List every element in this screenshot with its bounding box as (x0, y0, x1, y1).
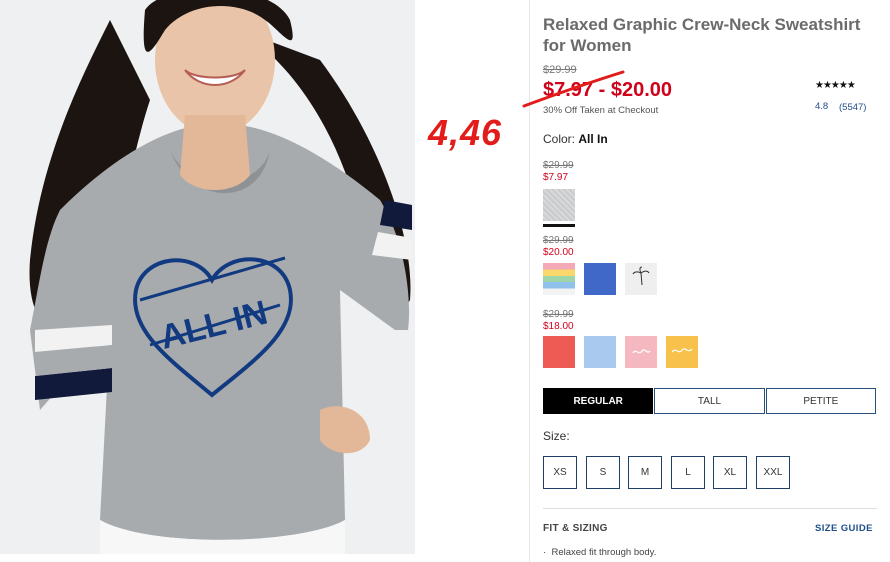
size-button-s[interactable]: S (586, 456, 620, 489)
size-button-m[interactable]: M (628, 456, 662, 489)
size-button-xs[interactable]: XS (543, 456, 577, 489)
color-swatch-royal-blue[interactable] (584, 263, 616, 295)
rating-value[interactable]: 4.8 (815, 101, 828, 112)
color-swatch-palm-tree-white[interactable] (625, 263, 657, 295)
script-print-icon (671, 348, 693, 353)
fit-bullet-text: Relaxed fit through body. (551, 547, 657, 558)
tab-regular[interactable]: REGULAR (543, 388, 654, 414)
color-label: Color: All In (543, 132, 608, 146)
color-swatch-heather-gray[interactable] (543, 189, 575, 227)
handwritten-strike-mark (522, 70, 625, 108)
swatch-group-now-price: $18.00 (543, 321, 574, 332)
section-divider (543, 508, 877, 509)
fit-sizing-heading[interactable]: FIT & SIZING (543, 523, 608, 534)
color-swatch-rainbow-stripe[interactable] (543, 263, 575, 295)
size-button-xxl[interactable]: XXL (756, 456, 790, 489)
handwritten-annotation: 4,46 (428, 112, 503, 153)
selected-color-name: All In (578, 132, 608, 146)
size-button-l[interactable]: L (671, 456, 705, 489)
fit-tabs: REGULAR TALL PETITE (543, 388, 877, 414)
size-button-xl[interactable]: XL (713, 456, 747, 489)
tab-tall[interactable]: TALL (654, 388, 765, 414)
color-swatch-light-blue[interactable] (584, 336, 616, 368)
size-label: Size: (543, 429, 570, 443)
color-swatch-coral-red[interactable] (543, 336, 575, 368)
promo-text: 30% Off Taken at Checkout (543, 105, 659, 116)
swatch-group-was-price: $29.99 (543, 309, 574, 320)
swatch-group-was-price: $29.99 (543, 160, 574, 171)
swatch-group-now-price: $20.00 (543, 247, 574, 258)
color-swatch-pink-script[interactable] (625, 336, 657, 368)
color-swatch-yellow-script[interactable] (666, 336, 698, 368)
swatch-group-was-price: $29.99 (543, 235, 574, 246)
fit-bullet: · Relaxed fit through body. (543, 547, 657, 558)
product-title: Relaxed Graphic Crew-Neck Sweatshirt for… (543, 15, 861, 55)
color-label-text: Color: (543, 132, 576, 146)
palm-tree-icon (632, 266, 650, 286)
rating-stars-icon[interactable]: ★★★★★ (815, 80, 856, 91)
review-count-link[interactable]: (5547) (839, 102, 866, 113)
size-guide-link[interactable]: SIZE GUIDE (815, 523, 873, 534)
swatch-group-now-price: $7.97 (543, 172, 569, 183)
product-image[interactable]: ALL IN (0, 0, 415, 554)
script-print-icon (632, 349, 651, 354)
tab-petite[interactable]: PETITE (765, 388, 876, 414)
